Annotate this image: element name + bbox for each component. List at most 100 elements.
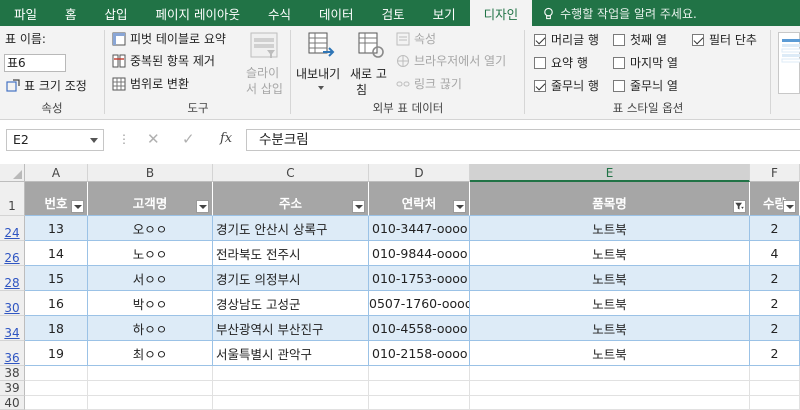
- formula-input[interactable]: 수분크림: [246, 129, 800, 151]
- select-all-corner[interactable]: [0, 164, 25, 182]
- cell-number[interactable]: 18: [25, 316, 88, 341]
- column-header-f[interactable]: F: [750, 164, 800, 182]
- column-header-e[interactable]: E: [470, 164, 750, 182]
- cell-quantity[interactable]: 2: [750, 216, 800, 241]
- cell-contact[interactable]: 010-4558-oooo: [369, 316, 470, 341]
- confirm-edit-button[interactable]: ✓: [182, 130, 195, 148]
- header-row-checkbox[interactable]: 머리글 행: [534, 31, 599, 48]
- cell-quantity[interactable]: 2: [750, 316, 800, 341]
- total-row-checkbox[interactable]: 요약 행: [534, 54, 588, 71]
- cell-contact[interactable]: 0507-1760-oooo: [369, 291, 470, 316]
- table-header-cell[interactable]: 품목명: [470, 182, 750, 216]
- row-header[interactable]: 34: [0, 316, 25, 341]
- refresh-button[interactable]: 새로 고 침: [348, 28, 394, 100]
- cell-number[interactable]: 16: [25, 291, 88, 316]
- filter-dropdown-icon[interactable]: [71, 200, 84, 213]
- empty-cell[interactable]: [470, 396, 750, 410]
- row-header[interactable]: 30: [0, 291, 25, 316]
- column-header-c[interactable]: C: [213, 164, 369, 182]
- row-header[interactable]: 26: [0, 241, 25, 266]
- cell-quantity[interactable]: 2: [750, 291, 800, 316]
- empty-cell[interactable]: [369, 396, 470, 410]
- name-box[interactable]: E2: [6, 129, 104, 151]
- cell-number[interactable]: 13: [25, 216, 88, 241]
- empty-cell[interactable]: [88, 381, 213, 396]
- table-header-cell[interactable]: 수량: [750, 182, 800, 216]
- filter-dropdown-icon[interactable]: [453, 200, 466, 213]
- cell-item[interactable]: 노트북: [470, 216, 750, 241]
- first-column-checkbox[interactable]: 첫째 열: [613, 31, 667, 48]
- tell-me-box[interactable]: 수행할 작업을 알려 주세요.: [532, 0, 697, 26]
- insert-function-button[interactable]: fx: [220, 131, 232, 146]
- cell-item[interactable]: 노트북: [470, 316, 750, 341]
- tab-view[interactable]: 보기: [419, 0, 470, 26]
- open-in-browser-button[interactable]: 브라우저에서 열기: [396, 52, 506, 69]
- cell-number[interactable]: 14: [25, 241, 88, 266]
- row-header[interactable]: 40: [0, 396, 25, 410]
- empty-cell[interactable]: [369, 366, 470, 381]
- cell-quantity[interactable]: 4: [750, 241, 800, 266]
- cell-quantity[interactable]: 2: [750, 266, 800, 291]
- column-header-b[interactable]: B: [88, 164, 213, 182]
- empty-cell[interactable]: [750, 396, 800, 410]
- table-header-cell[interactable]: 고객명: [88, 182, 213, 216]
- banded-rows-checkbox[interactable]: 줄무늬 행: [534, 77, 599, 94]
- last-column-checkbox[interactable]: 마지막 열: [613, 54, 678, 71]
- tab-review[interactable]: 검토: [368, 0, 419, 26]
- cell-customer[interactable]: 박ㅇㅇ: [88, 291, 213, 316]
- cell-item[interactable]: 노트북: [470, 291, 750, 316]
- cell-address[interactable]: 경기도 안산시 상록구: [213, 216, 369, 241]
- tab-formulas[interactable]: 수식: [254, 0, 305, 26]
- empty-cell[interactable]: [470, 381, 750, 396]
- empty-cell[interactable]: [213, 366, 369, 381]
- pivot-summarize-button[interactable]: 피벗 테이블로 요약: [112, 30, 226, 47]
- empty-cell[interactable]: [369, 381, 470, 396]
- name-box-dropdown-icon[interactable]: [90, 138, 98, 143]
- empty-cell[interactable]: [750, 381, 800, 396]
- table-name-input[interactable]: 표6: [4, 54, 66, 72]
- table-header-cell[interactable]: 연락처: [369, 182, 470, 216]
- row-header[interactable]: 38: [0, 366, 25, 381]
- cell-item[interactable]: 노트북: [470, 341, 750, 366]
- cell-address[interactable]: 부산광역시 부산진구: [213, 316, 369, 341]
- cell-number[interactable]: 15: [25, 266, 88, 291]
- row-header[interactable]: 28: [0, 266, 25, 291]
- convert-to-range-button[interactable]: 범위로 변환: [112, 75, 189, 92]
- cell-address[interactable]: 서울특별시 관악구: [213, 341, 369, 366]
- table-styles-gallery[interactable]: [778, 32, 800, 94]
- export-button[interactable]: 내보내기: [296, 28, 348, 100]
- row-header[interactable]: 39: [0, 381, 25, 396]
- tab-design[interactable]: 디자인: [469, 0, 533, 26]
- cell-address[interactable]: 전라북도 전주시: [213, 241, 369, 266]
- empty-cell[interactable]: [470, 366, 750, 381]
- cell-customer[interactable]: 노ㅇㅇ: [88, 241, 213, 266]
- cell-number[interactable]: 19: [25, 341, 88, 366]
- tab-page-layout[interactable]: 페이지 레이아웃: [142, 0, 254, 26]
- empty-cell[interactable]: [750, 366, 800, 381]
- tab-home[interactable]: 홈: [51, 0, 91, 26]
- table-header-cell[interactable]: 번호: [25, 182, 88, 216]
- empty-cell[interactable]: [25, 396, 88, 410]
- cell-customer[interactable]: 하ㅇㅇ: [88, 316, 213, 341]
- cell-contact[interactable]: 010-1753-oooo: [369, 266, 470, 291]
- filter-button-checkbox[interactable]: 필터 단추: [692, 31, 757, 48]
- properties-button[interactable]: 속성: [396, 30, 436, 47]
- column-header-a[interactable]: A: [25, 164, 88, 182]
- cell-customer[interactable]: 오ㅇㅇ: [88, 216, 213, 241]
- cell-contact[interactable]: 010-2158-oooo: [369, 341, 470, 366]
- cell-customer[interactable]: 서ㅇㅇ: [88, 266, 213, 291]
- column-header-d[interactable]: D: [369, 164, 470, 182]
- filter-dropdown-icon[interactable]: [196, 200, 209, 213]
- filter-dropdown-icon[interactable]: [352, 200, 365, 213]
- cell-customer[interactable]: 최ㅇㅇ: [88, 341, 213, 366]
- row-header[interactable]: 36: [0, 341, 25, 366]
- empty-cell[interactable]: [213, 396, 369, 410]
- filter-dropdown-icon[interactable]: [783, 200, 796, 213]
- empty-cell[interactable]: [88, 396, 213, 410]
- tab-file[interactable]: 파일: [0, 0, 51, 26]
- empty-cell[interactable]: [88, 366, 213, 381]
- empty-cell[interactable]: [213, 381, 369, 396]
- insert-slicer-button[interactable]: 슬라이 서 삽입: [244, 28, 284, 98]
- cell-quantity[interactable]: 2: [750, 341, 800, 366]
- cell-item[interactable]: 노트북: [470, 241, 750, 266]
